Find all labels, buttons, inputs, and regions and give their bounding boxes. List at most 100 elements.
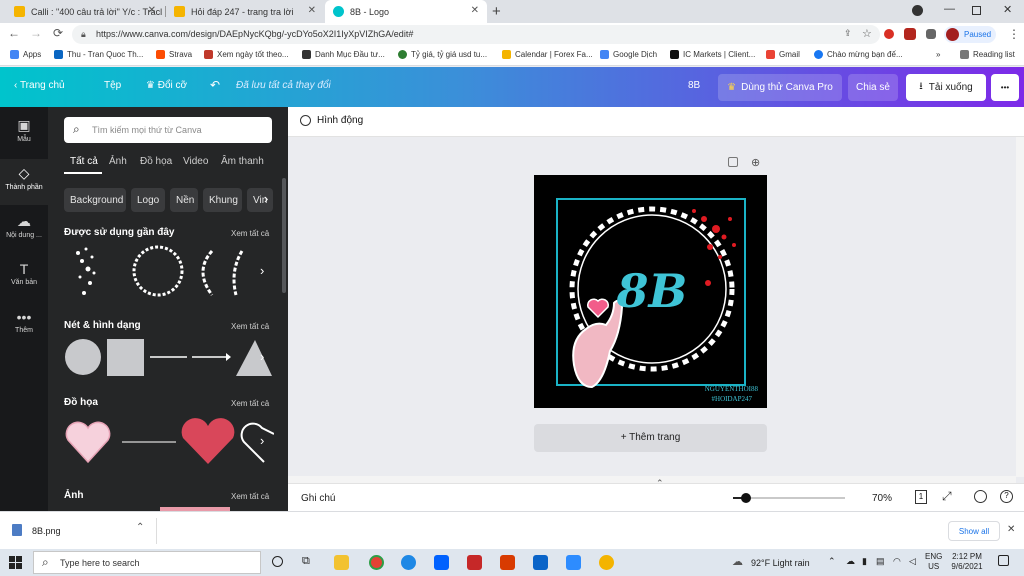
tab-video[interactable]: Video <box>183 156 208 167</box>
app-icon[interactable] <box>467 555 482 570</box>
tab-audio[interactable]: Âm thanh <box>221 156 264 167</box>
home-link[interactable]: ‹ Trang chủ <box>14 80 65 91</box>
bookmark-item[interactable]: Gmail <box>766 50 800 59</box>
reading-list[interactable]: Reading list <box>960 50 1015 59</box>
tray-cloud-icon[interactable]: ☁ <box>846 556 855 567</box>
close-tab-icon[interactable]: ✕ <box>471 5 479 16</box>
close-window-icon[interactable]: ✕ <box>1003 3 1012 16</box>
extension-badge-icon[interactable] <box>904 28 916 40</box>
tab-all[interactable]: Tất cả <box>70 156 98 167</box>
tab-graphics[interactable]: Đồ họa <box>140 156 172 167</box>
chip-background[interactable]: Background <box>64 188 126 212</box>
vertical-scrollbar[interactable] <box>1016 137 1024 477</box>
close-tab-icon[interactable]: ✕ <box>308 5 316 16</box>
cortana-icon[interactable] <box>272 556 283 567</box>
volume-icon[interactable]: ◁ <box>909 556 916 567</box>
resize-button[interactable]: ♛ Đổi cỡ <box>146 80 187 91</box>
close-icon[interactable]: ✕ <box>1007 524 1015 535</box>
bookmark-item[interactable]: Tỷ giá, tỷ giá usd tu... <box>398 50 487 59</box>
show-all-button[interactable]: Show all <box>948 521 1000 541</box>
animate-button[interactable]: Hình động <box>300 115 363 126</box>
rail-more[interactable]: ••• Thêm <box>0 303 48 349</box>
bookmark-star-icon[interactable]: ☆ <box>862 27 872 40</box>
zoom-level[interactable]: 70% <box>872 493 892 504</box>
chevron-up-icon[interactable]: ⌃ <box>656 478 664 489</box>
download-file-name[interactable]: 8B.png <box>32 526 61 536</box>
see-all-link[interactable]: Xem tất cả <box>231 322 269 331</box>
bookmarks-overflow[interactable]: » <box>936 50 940 59</box>
duplicate-page-icon[interactable] <box>728 157 738 167</box>
taskbar-search-input[interactable]: ⌕ Type here to search <box>33 551 261 574</box>
see-all-link[interactable]: Xem tất cả <box>231 492 269 501</box>
design-page[interactable]: 8B NGUYENTHOI88 #HOIDAP247 <box>534 175 767 408</box>
mail-icon[interactable] <box>533 555 548 570</box>
bookmark-item[interactable]: IC Markets | Client... <box>670 50 755 59</box>
url-bar[interactable]: 🔒︎ https://www.canva.com/design/DAEpNycK… <box>72 25 880 44</box>
windows-start-icon[interactable] <box>9 556 22 569</box>
chevron-up-icon[interactable]: ⌃ <box>136 522 144 533</box>
chrome-icon[interactable] <box>369 555 384 570</box>
chip-nen[interactable]: Nền <box>170 188 198 212</box>
back-arrow-icon[interactable]: ← <box>6 26 22 40</box>
weather-text[interactable]: 92°F Light rain <box>751 558 810 568</box>
chip-vin[interactable]: Vin <box>247 188 273 212</box>
tab-photos[interactable]: Ảnh <box>109 156 127 167</box>
extension-shield-icon[interactable] <box>884 29 894 39</box>
tab-search-icon[interactable] <box>912 5 923 16</box>
browser-tab-active[interactable]: 8B - Logo ✕ <box>325 0 487 23</box>
bookmark-item[interactable]: Xem ngày tốt theo... <box>204 50 289 59</box>
add-page-icon[interactable]: ⊕ <box>751 156 760 169</box>
page-count-button[interactable]: 1 <box>915 490 927 504</box>
lock-icon[interactable]: 🔒︎ <box>81 29 86 40</box>
bookmark-item[interactable]: Thu - Tran Quoc Th... <box>54 50 143 59</box>
search-input[interactable]: ⌕ Tìm kiếm mọi thứ từ Canva <box>64 117 272 143</box>
rail-templates[interactable]: ▣ Mẫu <box>0 111 48 157</box>
bookmark-item[interactable]: Chào mừng bạn đế... <box>814 50 903 59</box>
rail-text[interactable]: T Văn bản <box>0 255 48 301</box>
rail-uploads[interactable]: ☁ Nội dung ... <box>0 207 48 253</box>
task-view-icon[interactable]: ⧉ <box>302 555 310 568</box>
bookmark-item[interactable]: Calendar | Forex Fa... <box>502 50 593 59</box>
check-icon[interactable] <box>974 490 987 503</box>
panel-scrollbar[interactable] <box>282 178 286 293</box>
profile-button[interactable]: Paused <box>944 26 996 43</box>
bookmark-item[interactable]: Strava <box>156 50 192 59</box>
add-page-button[interactable]: + Thêm trang <box>534 424 767 452</box>
chrome-profile-icon[interactable] <box>599 555 614 570</box>
new-tab-button[interactable]: + <box>492 3 501 20</box>
wifi-icon[interactable]: ◠ <box>893 556 901 567</box>
edge-icon[interactable] <box>401 555 416 570</box>
try-pro-button[interactable]: ♛ Dùng thử Canva Pro <box>718 74 842 101</box>
bookmark-apps[interactable]: Apps <box>10 50 41 59</box>
zoom-app-icon[interactable] <box>566 555 581 570</box>
browser-tab[interactable]: Hỏi đáp 247 - trang tra lời ✕ <box>166 0 324 23</box>
chevron-right-icon[interactable]: › <box>260 433 264 448</box>
chip-logo[interactable]: Logo <box>131 188 165 212</box>
extensions-puzzle-icon[interactable] <box>926 29 936 39</box>
design-name[interactable]: 8B <box>688 80 700 91</box>
zoom-slider[interactable] <box>733 493 845 503</box>
see-all-link[interactable]: Xem tất cả <box>231 399 269 408</box>
fullscreen-icon[interactable]: ⤢ <box>942 489 952 504</box>
horizontal-scrollbar[interactable] <box>288 476 1016 483</box>
help-icon[interactable]: ? <box>1000 490 1013 503</box>
chip-khung[interactable]: Khung <box>203 188 242 212</box>
close-tab-icon[interactable]: ✕ <box>148 5 156 16</box>
battery-icon[interactable]: ▮ <box>862 556 867 567</box>
minimize-icon[interactable]: — <box>944 3 955 15</box>
share-button[interactable]: Chia sẻ <box>848 74 898 101</box>
notes-button[interactable]: Ghi chú <box>301 493 335 504</box>
chevron-right-icon[interactable]: › <box>260 349 264 364</box>
tray-chevron-icon[interactable]: ⌃ <box>828 556 836 567</box>
rail-elements[interactable]: ◇ Thành phần <box>0 159 48 205</box>
office-icon[interactable] <box>500 555 515 570</box>
network-icon[interactable]: ▤ <box>876 556 885 567</box>
bookmark-item[interactable]: Danh Mục Đầu tư... <box>302 50 385 59</box>
file-menu[interactable]: Tệp <box>104 80 121 91</box>
bookmark-item[interactable]: Google Dịch <box>600 50 657 59</box>
clock[interactable]: 2:12 PM 9/6/2021 <box>950 552 984 572</box>
zoom-slider-thumb[interactable] <box>741 493 752 503</box>
chevron-right-icon[interactable]: › <box>264 191 268 206</box>
notification-icon[interactable] <box>998 555 1009 566</box>
forward-arrow-icon[interactable]: → <box>28 26 44 40</box>
